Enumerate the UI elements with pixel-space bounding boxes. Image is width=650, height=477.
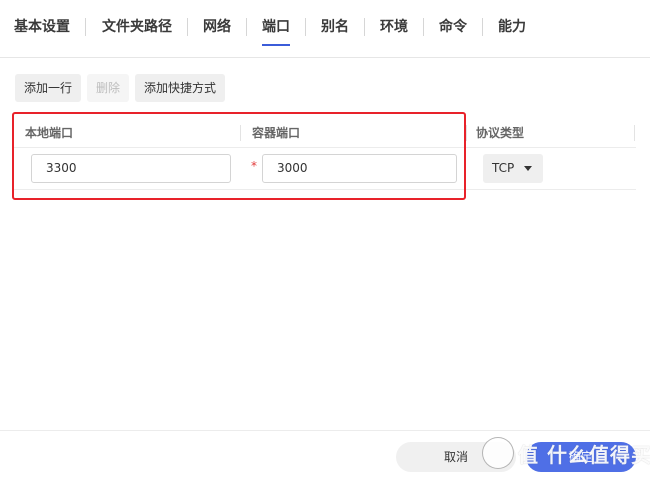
column-header-local-port: 本地端口 [25, 126, 74, 140]
tab-network[interactable]: 网络 [203, 15, 231, 39]
cancel-button[interactable]: 取消 [396, 442, 516, 472]
add-shortcut-button[interactable]: 添加快捷方式 [135, 74, 225, 102]
column-divider[interactable] [466, 125, 467, 141]
tab-alias[interactable]: 别名 [321, 15, 349, 39]
tab-capability[interactable]: 能力 [498, 15, 526, 39]
delete-button[interactable]: 删除 [87, 74, 129, 102]
table-row: 3300 * 3000 TCP [14, 148, 636, 190]
container-port-input[interactable]: 3000 [262, 154, 457, 183]
caret-down-icon [524, 166, 532, 171]
column-header-protocol: 协议类型 [476, 126, 525, 140]
tab-environment[interactable]: 环境 [380, 15, 408, 39]
tab-command[interactable]: 命令 [439, 15, 467, 39]
dialog-footer: 取消 确定 [0, 430, 650, 477]
add-row-button[interactable]: 添加一行 [15, 74, 81, 102]
tab-divider [187, 18, 188, 36]
confirm-button[interactable]: 确定 [526, 442, 636, 472]
local-port-input[interactable]: 3300 [31, 154, 231, 183]
tab-divider [423, 18, 424, 36]
column-divider[interactable] [240, 125, 241, 141]
column-divider[interactable] [634, 125, 635, 141]
tab-port[interactable]: 端口 [262, 15, 290, 46]
tab-divider [246, 18, 247, 36]
column-header-container-port: 容器端口 [252, 126, 301, 140]
protocol-select[interactable]: TCP [483, 154, 543, 183]
tab-divider [482, 18, 483, 36]
tab-divider [85, 18, 86, 36]
tab-divider [305, 18, 306, 36]
tab-divider [364, 18, 365, 36]
tab-bar: 基本设置 文件夹路径 网络 端口 别名 环境 命令 能力 [0, 0, 650, 58]
port-table-header: 本地端口 容器端口 协议类型 [14, 118, 636, 148]
required-mark: * [251, 159, 257, 173]
protocol-select-value: TCP [492, 161, 515, 175]
tab-folder-path[interactable]: 文件夹路径 [102, 15, 172, 39]
tab-basic-settings[interactable]: 基本设置 [14, 15, 70, 39]
